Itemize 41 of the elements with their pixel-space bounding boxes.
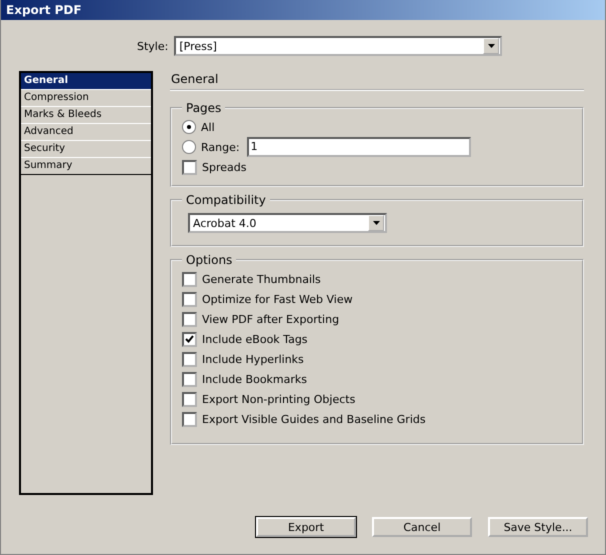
compatibility-dropdown[interactable]: Acrobat 4.0 <box>188 213 387 233</box>
style-label: Style: <box>137 40 168 52</box>
group-legend: Compatibility <box>182 193 270 207</box>
range-field[interactable]: 1 <box>246 137 471 157</box>
checkbox-label: Include Hyperlinks <box>202 352 304 366</box>
category-item[interactable]: Security <box>21 141 151 158</box>
category-item[interactable]: Marks & Bleeds <box>21 107 151 124</box>
checkbox-label: Include eBook Tags <box>202 332 308 346</box>
checkbox-label: Optimize for Fast Web View <box>202 292 353 306</box>
checkbox[interactable] <box>182 392 197 406</box>
category-item[interactable]: Compression <box>21 90 151 107</box>
checkbox[interactable] <box>182 292 197 306</box>
radio-label: Range: <box>201 140 240 154</box>
category-item[interactable]: Summary <box>21 158 151 175</box>
dialog-button[interactable]: Export <box>256 517 356 537</box>
window-title: Export PDF <box>6 3 82 17</box>
group-legend: Options <box>182 253 236 267</box>
checkmark-icon <box>185 335 194 343</box>
checkbox[interactable] <box>182 272 197 286</box>
checkbox[interactable] <box>182 352 197 366</box>
checkbox-label: Export Non-printing Objects <box>202 392 356 406</box>
section-title: General <box>170 71 584 91</box>
checkbox-label: Include Bookmarks <box>202 372 307 386</box>
category-item[interactable]: Advanced <box>21 124 151 141</box>
checkbox[interactable] <box>182 160 197 174</box>
group-legend: Pages <box>182 101 226 115</box>
checkbox[interactable] <box>182 312 197 326</box>
checkbox[interactable] <box>182 412 197 426</box>
dialog-button[interactable]: Cancel <box>372 517 472 537</box>
dialog-button[interactable]: Save Style... <box>488 517 588 537</box>
checkbox-label: Spreads <box>202 160 246 174</box>
checkbox-label: View PDF after Exporting <box>202 312 340 326</box>
radio-button[interactable] <box>182 120 196 134</box>
radio-label: All <box>201 120 215 134</box>
checkbox[interactable] <box>182 372 197 386</box>
radio-button[interactable] <box>182 140 196 154</box>
category-item[interactable]: General <box>21 73 151 90</box>
checkbox-label: Generate Thumbnails <box>202 272 321 286</box>
checkbox-label: Export Visible Guides and Baseline Grids <box>202 412 426 426</box>
style-dropdown[interactable]: [Press] <box>174 36 502 56</box>
checkbox[interactable] <box>182 332 197 346</box>
